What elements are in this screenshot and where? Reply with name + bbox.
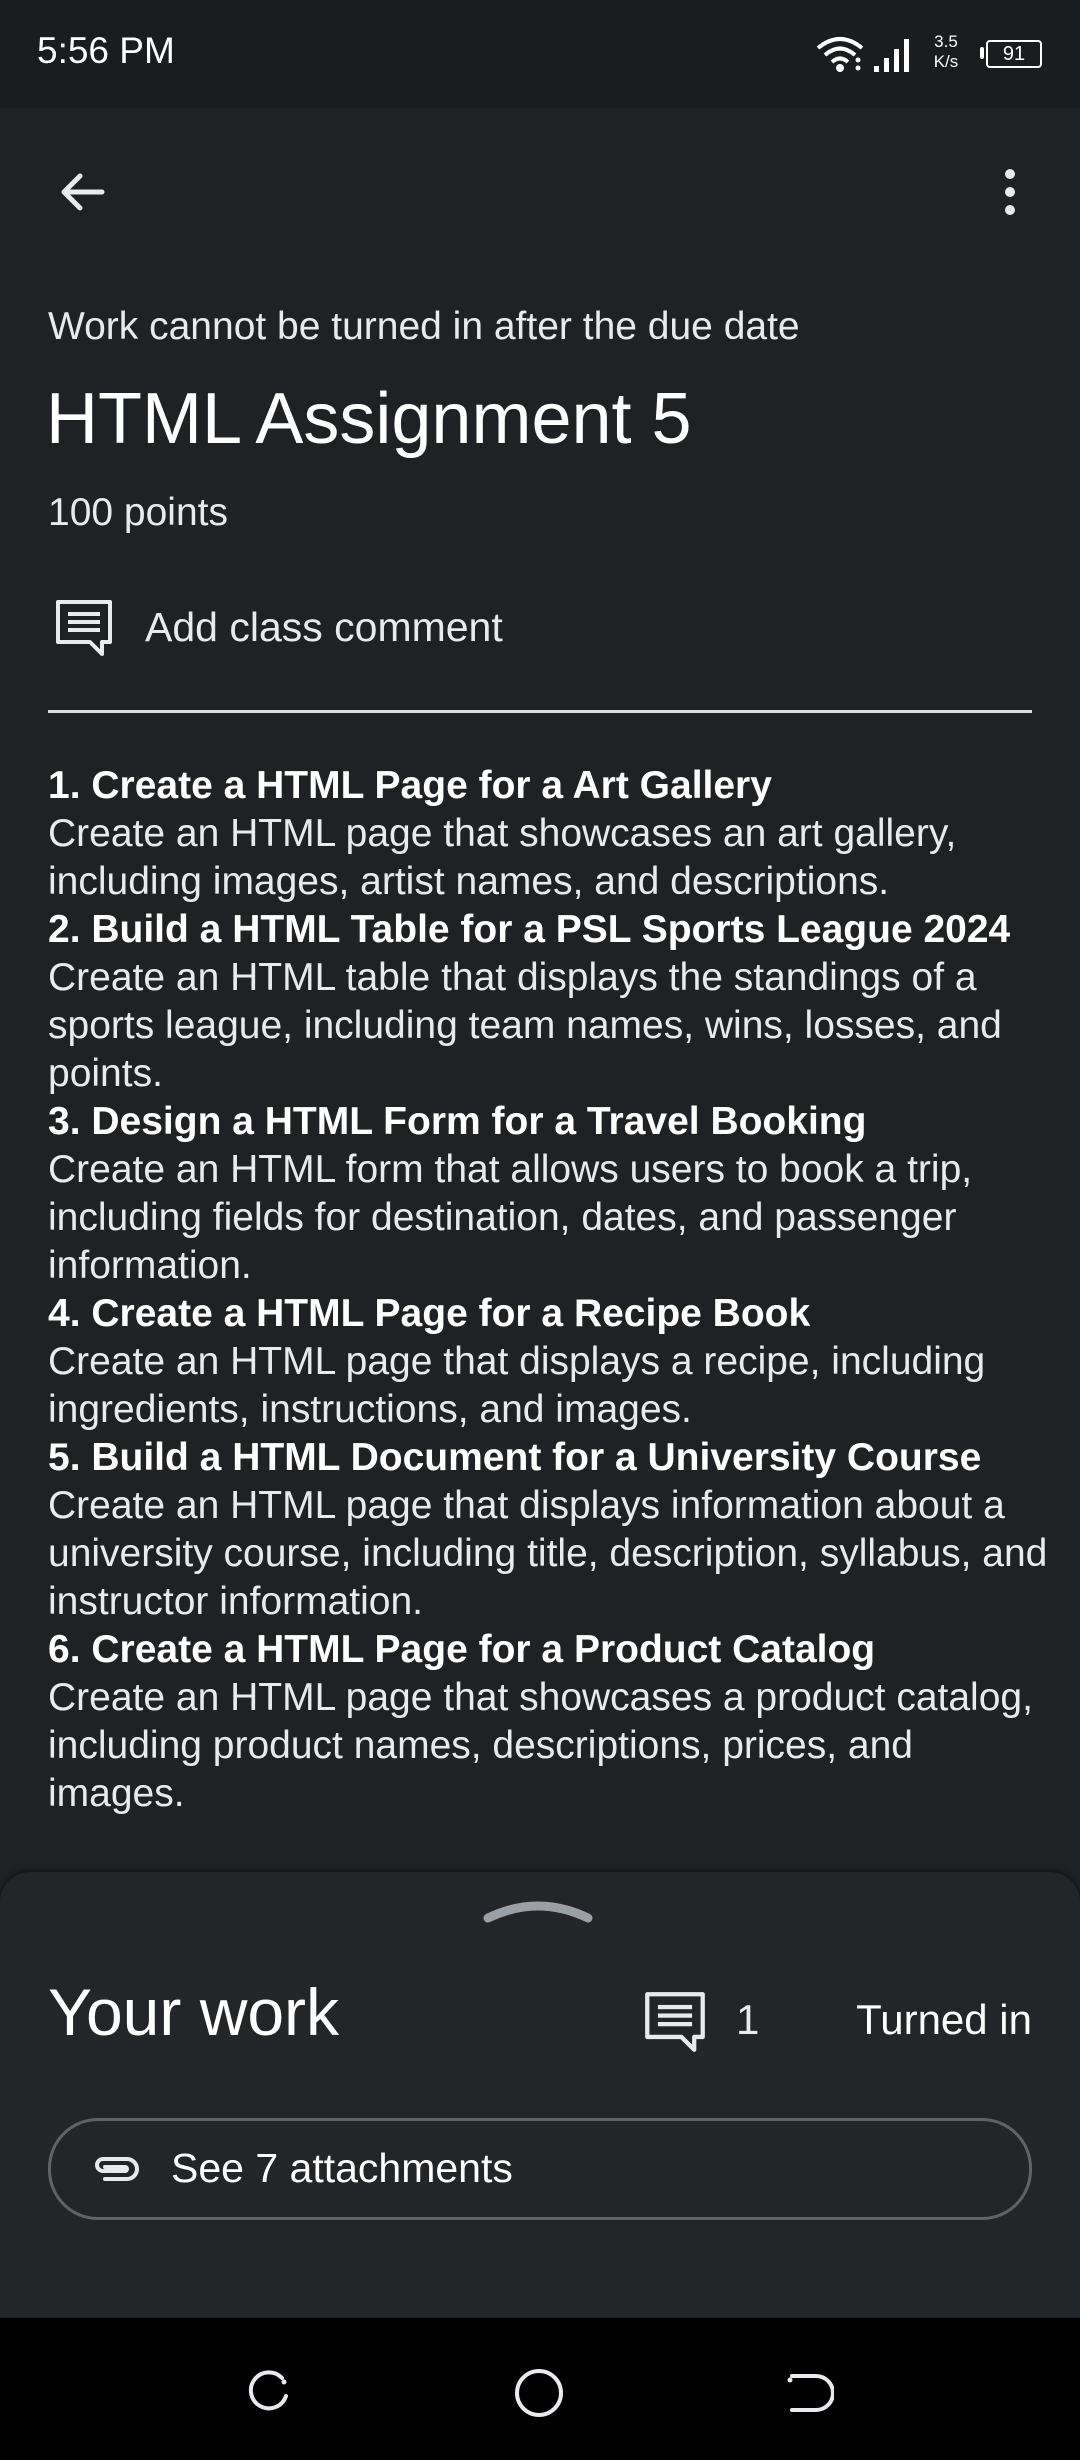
home-icon[interactable] [512, 2366, 566, 2420]
task-item: 4. Create a HTML Page for a Recipe Book … [48, 1290, 1048, 1434]
task-description: Create an HTML form that allows users to… [48, 1148, 973, 1287]
your-work-sheet: Your work 1 Turned in See 7 attachments [0, 1872, 1080, 2317]
status-time: 5:56 PM [37, 30, 175, 71]
network-speed-unit: K/s [933, 52, 959, 71]
task-item: 3. Design a HTML Form for a Travel Booki… [48, 1098, 1048, 1290]
paperclip-icon [95, 2157, 139, 2181]
task-description: Create an HTML page that displays inform… [48, 1484, 1048, 1623]
more-vert-icon[interactable] [982, 164, 1038, 220]
task-title: 3. Design a HTML Form for a Travel Booki… [48, 1100, 867, 1143]
task-item: 2. Build a HTML Table for a PSL Sports L… [48, 906, 1048, 1098]
task-title: 1. Create a HTML Page for a Art Gallery [48, 764, 772, 807]
battery-icon: 91 [980, 40, 1042, 68]
see-attachments-label: See 7 attachments [171, 2145, 513, 2191]
see-attachments-button[interactable]: See 7 attachments [48, 2118, 1032, 2220]
instructions: 1. Create a HTML Page for a Art Gallery … [48, 762, 1048, 1818]
status-badge: Turned in [856, 1996, 1032, 2043]
arrow-back-icon[interactable] [54, 164, 110, 220]
task-title: 5. Build a HTML Document for a Universit… [48, 1436, 982, 1479]
task-description: Create an HTML page that showcases an ar… [48, 812, 957, 903]
divider [48, 710, 1032, 713]
task-title: 4. Create a HTML Page for a Recipe Book [48, 1292, 811, 1335]
task-description: Create an HTML table that displays the s… [48, 956, 1002, 1095]
task-title: 2. Build a HTML Table for a PSL Sports L… [48, 908, 1011, 951]
back-gesture-icon[interactable] [784, 2368, 834, 2418]
network-speed: 3.5 K/s [926, 32, 966, 72]
status-bar: 5:56 PM 3.5 K/s 91 [0, 0, 1080, 108]
signal-icon [874, 39, 909, 72]
task-title: 6. Create a HTML Page for a Product Cata… [48, 1628, 876, 1671]
top-app-bar [0, 108, 1080, 278]
page-title: HTML Assignment 5 [46, 379, 692, 459]
points-label: 100 points [48, 491, 228, 534]
comment-icon[interactable] [643, 1990, 707, 2054]
recents-icon[interactable] [244, 2368, 294, 2418]
system-navigation-bar [0, 2318, 1080, 2460]
task-item: 1. Create a HTML Page for a Art Gallery … [48, 762, 1048, 906]
task-description: Create an HTML page that displays a reci… [48, 1340, 986, 1431]
task-item: 5. Build a HTML Document for a Universit… [48, 1434, 1048, 1626]
wifi-icon [816, 37, 864, 72]
battery-level: 91 [1002, 43, 1026, 65]
network-speed-value: 3.5 [934, 32, 958, 51]
private-comment-count: 1 [736, 1996, 760, 2043]
comment-icon [56, 600, 112, 656]
chevron-up-icon[interactable] [482, 1894, 594, 1924]
your-work-heading: Your work [48, 1975, 340, 2049]
task-description: Create an HTML page that showcases a pro… [48, 1676, 1033, 1815]
add-class-comment-label: Add class comment [145, 604, 503, 650]
task-item: 6. Create a HTML Page for a Product Cata… [48, 1626, 1048, 1818]
due-date-note: Work cannot be turned in after the due d… [48, 305, 800, 348]
